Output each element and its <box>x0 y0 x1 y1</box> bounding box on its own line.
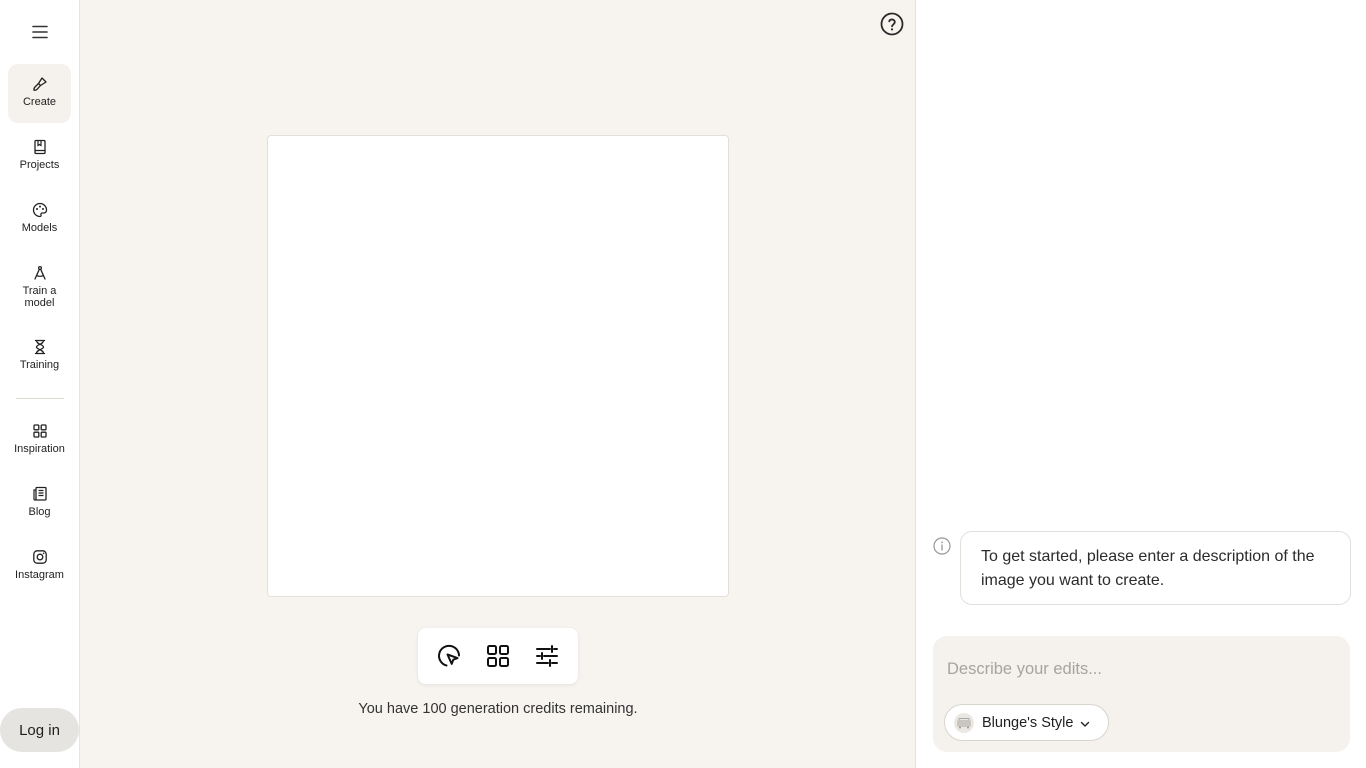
sidebar: Create Projects Models Train a model Tra… <box>0 0 80 768</box>
sidebar-item-label: Blog <box>28 506 51 518</box>
sidebar-item-instagram[interactable]: Instagram <box>8 537 71 596</box>
sidebar-item-label: Create <box>22 96 57 108</box>
sidebar-item-label: Models <box>21 222 58 234</box>
sidebar-item-blog[interactable]: Blog <box>8 474 71 533</box>
hamburger-menu-icon[interactable] <box>26 19 54 45</box>
sidebar-item-projects[interactable]: Projects <box>8 127 71 186</box>
select-cursor-icon[interactable] <box>431 638 467 674</box>
assistant-message: To get started, please enter a descripti… <box>960 531 1351 605</box>
instagram-icon <box>31 548 49 566</box>
question-circle-icon[interactable] <box>880 12 904 36</box>
prompt-input[interactable] <box>947 656 1327 682</box>
sidebar-item-label: Instagram <box>15 569 64 581</box>
sidebar-item-label: Train a model <box>22 285 57 309</box>
style-thumbnail-icon <box>954 712 974 733</box>
login-button[interactable]: Log in <box>0 708 79 752</box>
sidebar-item-label: Projects <box>19 159 60 171</box>
sidebar-item-training[interactable]: Training <box>8 327 71 386</box>
grid-icon[interactable] <box>480 638 516 674</box>
credits-remaining-text: You have 100 generation credits remainin… <box>358 701 638 717</box>
prompt-composer: Blunge's Style <box>933 636 1350 752</box>
sliders-icon[interactable] <box>529 638 565 674</box>
image-canvas[interactable] <box>267 135 729 597</box>
paintbrush-icon <box>31 75 49 93</box>
chat-panel: To get started, please enter a descripti… <box>917 0 1366 768</box>
sidebar-item-models[interactable]: Models <box>8 190 71 249</box>
grid-icon <box>31 422 49 440</box>
newspaper-icon <box>31 485 49 503</box>
sidebar-item-create[interactable]: Create <box>8 64 71 123</box>
sidebar-divider <box>16 398 64 399</box>
palette-icon <box>31 201 49 219</box>
sidebar-item-label: Training <box>19 359 60 371</box>
chevron-down-icon <box>1079 717 1091 729</box>
sidebar-item-label: Inspiration <box>14 443 65 455</box>
info-icon <box>933 537 951 555</box>
compass-drafting-icon <box>31 264 49 282</box>
hourglass-icon <box>31 338 49 356</box>
canvas-area: You have 100 generation credits remainin… <box>80 0 916 768</box>
style-selector-label: Blunge's Style <box>982 714 1074 731</box>
style-selector-button[interactable]: Blunge's Style <box>944 704 1109 741</box>
canvas-toolbar <box>418 628 578 684</box>
sidebar-item-inspiration[interactable]: Inspiration <box>8 411 71 470</box>
book-icon <box>31 138 49 156</box>
sidebar-item-train-a-model[interactable]: Train a model <box>8 253 71 319</box>
